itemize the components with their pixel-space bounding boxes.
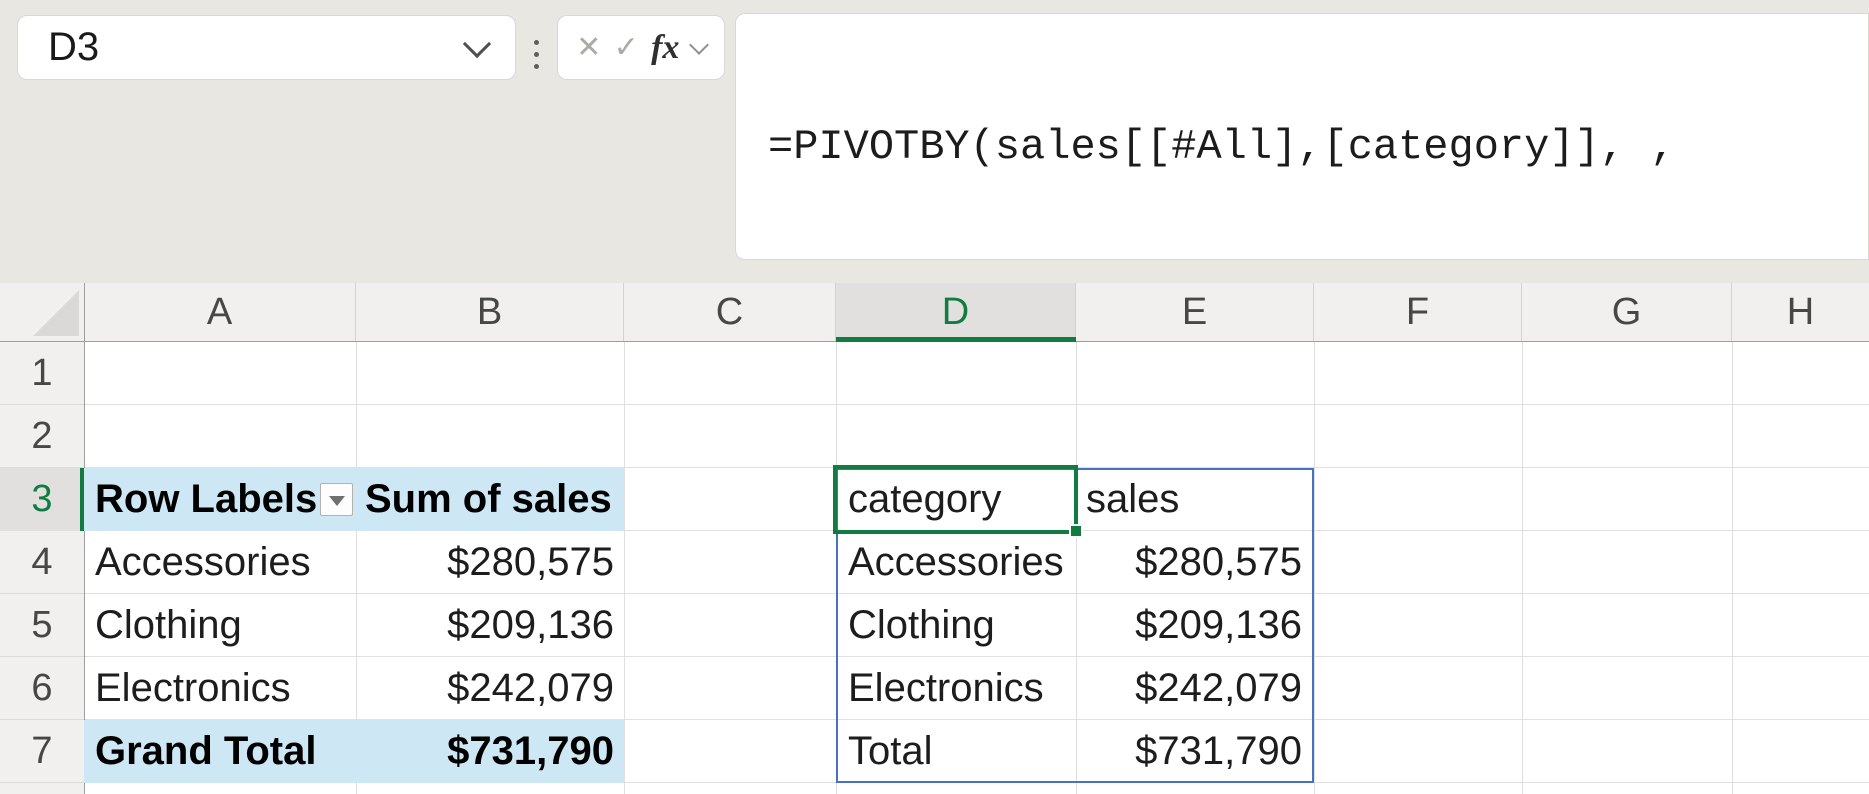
cell-d7-total[interactable]: Total — [848, 720, 1072, 783]
column-header-a[interactable]: A — [84, 283, 356, 342]
cell-a5[interactable]: Clothing — [84, 594, 356, 657]
chevron-down-icon[interactable] — [463, 29, 491, 57]
selected-column-accent — [836, 337, 1076, 342]
name-box-value: D3 — [18, 25, 467, 70]
row-header-2[interactable]: 2 — [0, 405, 84, 468]
select-all-corner[interactable] — [0, 283, 84, 342]
row-header-5[interactable]: 5 — [0, 594, 84, 657]
cell-b5[interactable]: $209,136 — [356, 594, 624, 657]
cell-a6[interactable]: Electronics — [84, 657, 356, 720]
row-header-7[interactable]: 7 — [0, 720, 84, 783]
formula-line-1: =PIVOTBY(sales[[#All],[category]], , — [768, 116, 1868, 179]
column-header-c[interactable]: C — [624, 283, 836, 342]
cell-a3-row-labels[interactable]: Row Labels — [84, 468, 356, 531]
chevron-down-icon[interactable] — [689, 35, 709, 55]
row-header-3-selected[interactable]: 3 — [0, 468, 84, 531]
column-header-g[interactable]: G — [1522, 283, 1732, 342]
cell-e6[interactable]: $242,079 — [1076, 657, 1302, 720]
cell-b6[interactable]: $242,079 — [356, 657, 624, 720]
cell-d5[interactable]: Clothing — [848, 594, 1072, 657]
enter-icon[interactable]: ✓ — [614, 33, 639, 63]
column-header-b[interactable]: B — [356, 283, 624, 342]
column-header-e[interactable]: E — [1076, 283, 1314, 342]
fill-handle[interactable] — [1069, 524, 1083, 538]
row-header-4[interactable]: 4 — [0, 531, 84, 594]
formula-toolbar: ✕ ✓ fx — [557, 15, 725, 80]
formula-bar[interactable]: =PIVOTBY(sales[[#All],[category]], , sal… — [735, 13, 1869, 260]
filter-dropdown-button[interactable] — [320, 483, 353, 516]
cell-e4[interactable]: $280,575 — [1076, 531, 1302, 594]
insert-function-icon[interactable]: fx — [651, 31, 679, 65]
select-all-triangle-icon — [33, 290, 79, 336]
cell-b4[interactable]: $280,575 — [356, 531, 624, 594]
cell-d3-active[interactable]: category — [848, 468, 1072, 531]
triangle-down-icon — [329, 496, 345, 506]
formula-bar-splitter[interactable] — [531, 40, 541, 69]
cell-e3[interactable]: sales — [1086, 468, 1310, 531]
cell-d6[interactable]: Electronics — [848, 657, 1072, 720]
column-header-h[interactable]: H — [1732, 283, 1869, 342]
name-box[interactable]: D3 — [17, 15, 516, 80]
column-header-d-selected[interactable]: D — [836, 283, 1076, 342]
cell-a4[interactable]: Accessories — [84, 531, 356, 594]
cell-b7-grand-total-value[interactable]: $731,790 — [356, 720, 624, 783]
cell-d4[interactable]: Accessories — [848, 531, 1072, 594]
cell-e7-total-value[interactable]: $731,790 — [1076, 720, 1302, 783]
row-header-1[interactable]: 1 — [0, 342, 84, 405]
column-header-f[interactable]: F — [1314, 283, 1522, 342]
cell-e5[interactable]: $209,136 — [1076, 594, 1302, 657]
row-header-6[interactable]: 6 — [0, 657, 84, 720]
excel-window: D3 ✕ ✓ fx =PIVOTBY(sales[[#All],[categor… — [0, 0, 1869, 794]
cell-a7-grand-total[interactable]: Grand Total — [84, 720, 356, 783]
cancel-icon[interactable]: ✕ — [576, 33, 601, 63]
cell-b3-sum-of-sales[interactable]: Sum of sales — [356, 468, 624, 531]
